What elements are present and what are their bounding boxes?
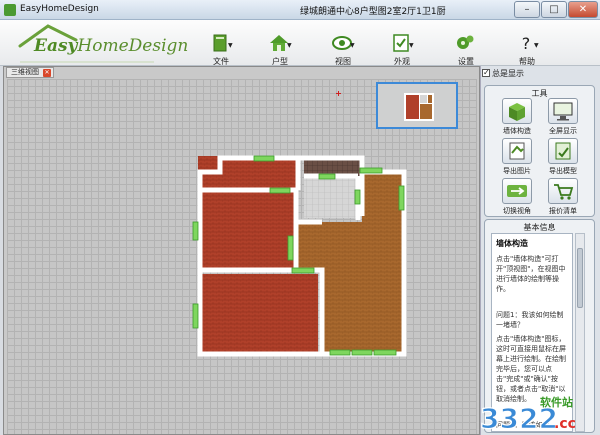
toolbar-ribbon: EasyHomeDesign ▼ 文件 ▼ 户型 ▼ 视图 ▼ 外观 设置 ? … xyxy=(0,20,600,66)
app-title: EasyHomeDesign xyxy=(20,4,99,14)
export-image-icon xyxy=(502,138,532,164)
floor-plan-drawing xyxy=(192,155,407,357)
document-title: 绿城朗通中心8户型图2室2厅1卫1厨 xyxy=(300,7,446,17)
info-heading: 墙体构造 xyxy=(496,239,528,248)
checkbox-checked[interactable] xyxy=(482,67,490,79)
export-model-label: 导出模型 xyxy=(549,167,577,175)
export-image-button[interactable]: 导出图片 xyxy=(497,138,537,176)
gear-icon xyxy=(457,35,474,49)
minimap-preview xyxy=(404,93,434,121)
appearance-icon xyxy=(393,34,409,52)
close-icon[interactable]: ✕ xyxy=(43,69,51,77)
chevron-down-icon: ▼ xyxy=(409,42,414,49)
export-model-icon xyxy=(548,138,578,164)
export-image-label: 导出图片 xyxy=(503,167,531,175)
document-icon xyxy=(213,34,227,52)
house-icon xyxy=(270,35,288,51)
always-show-label: 总是显示 xyxy=(492,69,524,78)
wall-build-icon xyxy=(502,98,532,124)
svg-text:.cc: .cc xyxy=(554,416,576,432)
chevron-down-icon: ▼ xyxy=(228,42,233,49)
info-paragraph: 点击"墙体构造"可打开"顶视图"，在视图中进行墙体的绘制等操作。 xyxy=(496,255,566,293)
always-show-checkbox[interactable]: 总是显示 xyxy=(482,67,524,80)
switch-view-button[interactable]: 切换视角 xyxy=(497,178,537,216)
app-icon xyxy=(4,4,16,16)
fullscreen-button[interactable]: 全屏显示 xyxy=(543,98,583,136)
fullscreen-label: 全屏显示 xyxy=(549,127,577,135)
switch-view-icon xyxy=(502,178,532,204)
cart-icon xyxy=(548,178,578,204)
tab-3d-view-label: 三维视图 xyxy=(11,68,39,76)
fullscreen-icon xyxy=(548,98,578,124)
toolbar-floorplan[interactable]: ▼ 户型 xyxy=(255,34,305,66)
crosshair-icon xyxy=(336,91,341,96)
tools-panel: 工具 墙体构造 全屏显示 导出图片 导出模型 切换视角 报价清单 xyxy=(484,85,595,217)
quote-list-button[interactable]: 报价清单 xyxy=(543,178,583,216)
scrollbar-thumb[interactable] xyxy=(577,248,583,308)
chevron-down-icon: ▼ xyxy=(287,42,292,49)
toolbar-file[interactable]: ▼ 文件 xyxy=(196,34,246,66)
info-paragraph: 问题1：我该如何绘制一堵墙？ xyxy=(496,311,564,329)
logo-text: EasyHomeDesign xyxy=(34,36,189,56)
export-model-button[interactable]: 导出模型 xyxy=(543,138,583,176)
wall-build-button[interactable]: 墙体构造 xyxy=(497,98,537,136)
toolbar-view[interactable]: ▼ 视图 xyxy=(318,34,368,66)
minimize-button[interactable]: – xyxy=(514,1,540,18)
info-panel-title: 基本信息 xyxy=(523,223,556,232)
close-button[interactable]: ✕ xyxy=(568,1,598,18)
title-bar: EasyHomeDesign 绿城朗通中心8户型图2室2厅1卫1厨 – □ ✕ xyxy=(0,0,600,20)
quote-list-label: 报价清单 xyxy=(549,207,577,215)
switch-view-label: 切换视角 xyxy=(503,207,531,215)
chevron-down-icon: ▼ xyxy=(350,42,355,49)
maximize-button[interactable]: □ xyxy=(541,1,567,18)
tab-3d-view[interactable]: 三维视图 ✕ xyxy=(6,67,54,78)
wall-build-label: 墙体构造 xyxy=(503,127,531,135)
toolbar-appearance[interactable]: ▼ 外观 xyxy=(377,34,427,66)
app-window: EasyHomeDesign 绿城朗通中心8户型图2室2厅1卫1厨 – □ ✕ … xyxy=(0,0,600,435)
svg-text:软件站: 软件站 xyxy=(540,395,573,409)
svg-text:?: ? xyxy=(522,34,531,52)
toolbar-settings[interactable]: 设置 xyxy=(441,34,491,66)
app-logo: EasyHomeDesign xyxy=(16,24,188,64)
floor-plan[interactable] xyxy=(192,150,409,358)
toolbar-help[interactable]: ? ▼ 帮助 xyxy=(502,34,552,66)
eye-icon xyxy=(332,36,352,50)
chevron-down-icon: ▼ xyxy=(534,42,539,49)
minimap[interactable] xyxy=(376,82,458,129)
help-icon: ? xyxy=(522,34,531,52)
watermark-logo: 3322 .cc 软件站 xyxy=(479,395,576,435)
